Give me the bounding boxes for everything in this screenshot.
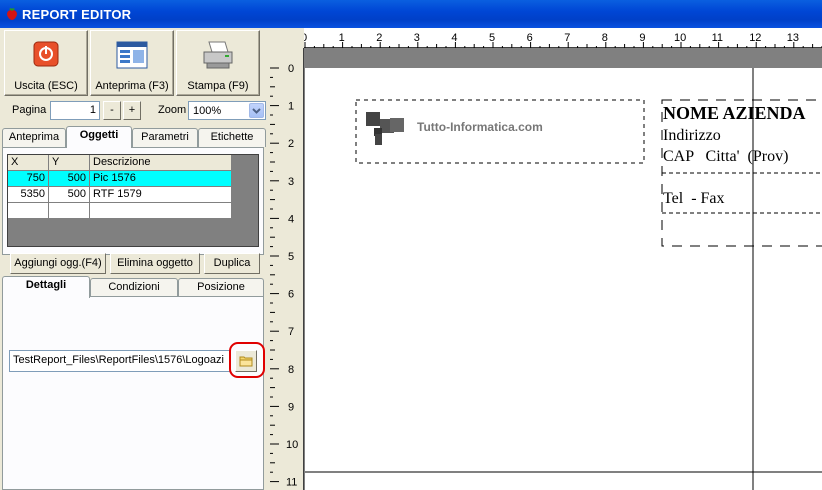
- tab-condizioni[interactable]: Condizioni: [90, 278, 178, 297]
- ruler-tick-label: 6: [288, 289, 294, 301]
- report-layout: Tutto-Informatica.com NOME AZIENDA Indir…: [305, 68, 822, 490]
- strawberry-icon: [7, 8, 17, 20]
- tab-oggetti[interactable]: Oggetti: [66, 126, 132, 148]
- window-title: REPORT EDITOR: [22, 7, 132, 22]
- company-address: Indirizzo: [663, 127, 721, 144]
- ruler-tick-label: 4: [288, 213, 294, 225]
- ruler-tick-label: 9: [288, 401, 294, 413]
- zoom-select[interactable]: 100%: [188, 101, 266, 120]
- page-label: Pagina: [12, 104, 47, 116]
- ruler-tick-label: 1: [339, 32, 345, 44]
- duplicate-button[interactable]: Duplica: [204, 253, 260, 274]
- tab-dettagli[interactable]: Dettagli: [2, 276, 90, 298]
- ruler-tick-label: 10: [674, 32, 686, 44]
- exit-label: Uscita (ESC): [14, 80, 78, 92]
- ruler-tick-label: 2: [288, 138, 294, 150]
- bottom-tab-strip: Dettagli Condizioni Posizione: [0, 276, 266, 298]
- preview-window-icon: [116, 41, 148, 69]
- ruler-tick-label: 7: [288, 326, 294, 338]
- highlight-circle: [229, 342, 265, 378]
- tab-posizione[interactable]: Posizione: [178, 278, 264, 297]
- table-row-new-x[interactable]: [8, 203, 49, 219]
- horizontal-ruler: 0 1 2 3 4 5 6 7 8 9 10 11 12 13: [270, 28, 822, 48]
- column-header-x[interactable]: X: [8, 155, 49, 171]
- add-object-button[interactable]: Aggiungi ogg.(F4): [10, 253, 106, 274]
- ruler-tick-label: 3: [288, 176, 294, 188]
- company-city: CAP Citta' (Prov): [663, 148, 788, 165]
- ruler-corner: [270, 28, 304, 48]
- logo-text: Tutto-Informatica.com: [417, 120, 543, 134]
- table-row-cell-y[interactable]: 500: [49, 171, 90, 187]
- ruler-tick-label: 2: [376, 32, 382, 44]
- company-phone: Tel - Fax: [663, 190, 725, 207]
- vertical-ruler: 0 1 2 3 4 5 6 7 8 9 10 11: [270, 48, 304, 490]
- details-panel: TestReport_Files\ReportFiles\1576\Logoaz…: [2, 296, 265, 490]
- table-row-cell-x[interactable]: 750: [8, 171, 49, 187]
- ruler-tick-label: 11: [286, 477, 297, 489]
- table-row-new-desc[interactable]: [90, 203, 232, 219]
- ruler-tick-label: 0: [288, 63, 294, 75]
- ruler-tick-label: 8: [288, 364, 294, 376]
- ruler-tick-label: 7: [564, 32, 570, 44]
- horizontal-ruler-scale: 0 1 2 3 4 5 6 7 8 9 10 11 12 13: [301, 32, 822, 48]
- tab-parametri[interactable]: Parametri: [132, 128, 198, 147]
- ruler-tick-label: 4: [451, 32, 457, 44]
- zoom-value: 100%: [193, 105, 222, 117]
- table-row-cell-x[interactable]: 5350: [8, 187, 49, 203]
- paging-row: Pagina 1 - + Zoom 100%: [0, 100, 270, 122]
- delete-object-button[interactable]: Elimina oggetto: [110, 253, 200, 274]
- ruler-tick-label: 6: [527, 32, 533, 44]
- ruler-tick-label: 10: [286, 439, 298, 451]
- print-button[interactable]: Stampa (F9): [176, 30, 260, 96]
- ruler-tick-label: 12: [749, 32, 761, 44]
- print-label: Stampa (F9): [187, 80, 249, 92]
- company-name: NOME AZIENDA: [663, 103, 806, 123]
- report-canvas-area: 0 1 2 3 4 5 6 7 8 9 10 11 12 13 0 1 2 3 4 5 6 7 8 9 10 11 Tutto-…: [270, 28, 822, 490]
- table-row-cell-desc[interactable]: RTF 1579: [90, 187, 232, 203]
- ruler-tick-label: 11: [712, 32, 723, 44]
- power-icon: [33, 41, 59, 67]
- zoom-label: Zoom: [158, 104, 187, 116]
- ruler-tick-label: 9: [639, 32, 645, 44]
- exit-button[interactable]: Uscita (ESC): [4, 30, 88, 96]
- preview-label: Anteprima (F3): [95, 80, 169, 92]
- objects-panel: X Y Descrizione 750 500 Pic 1576 5350 50…: [2, 147, 264, 255]
- page-number-input[interactable]: 1: [50, 101, 100, 120]
- ruler-tick-label: 5: [489, 32, 495, 44]
- top-tab-strip: Anteprima Oggetti Parametri Etichette: [0, 126, 266, 148]
- dropdown-button[interactable]: [249, 103, 264, 118]
- tab-etichette[interactable]: Etichette: [198, 128, 266, 147]
- preview-button[interactable]: Anteprima (F3): [90, 30, 174, 96]
- ruler-tick-label: 3: [414, 32, 420, 44]
- printer-icon: [203, 41, 233, 69]
- ruler-tick-label: 8: [602, 32, 608, 44]
- file-path-field[interactable]: TestReport_Files\ReportFiles\1576\Logoaz…: [9, 350, 231, 372]
- chevron-down-icon: [252, 108, 261, 114]
- objects-grid[interactable]: X Y Descrizione 750 500 Pic 1576 5350 50…: [7, 154, 259, 247]
- column-header-descrizione[interactable]: Descrizione: [90, 155, 232, 171]
- page-plus-button[interactable]: +: [123, 101, 141, 120]
- title-bar: REPORT EDITOR: [0, 0, 822, 28]
- tab-anteprima[interactable]: Anteprima: [2, 128, 66, 147]
- logo-icon: [366, 112, 404, 145]
- table-row-cell-desc[interactable]: Pic 1576: [90, 171, 232, 187]
- page-minus-button[interactable]: -: [103, 101, 121, 120]
- left-panel: Uscita (ESC) Anteprima (F3) Stampa (F9) …: [0, 28, 270, 490]
- report-page[interactable]: Tutto-Informatica.com NOME AZIENDA Indir…: [305, 68, 822, 490]
- ruler-tick-label: 1: [288, 101, 294, 113]
- table-row-cell-y[interactable]: 500: [49, 187, 90, 203]
- vertical-ruler-scale: 0 1 2 3 4 5 6 7 8 9 10 11: [270, 63, 298, 489]
- table-row-new-y[interactable]: [49, 203, 90, 219]
- ruler-tick-label: 5: [288, 251, 294, 263]
- column-header-y[interactable]: Y: [49, 155, 90, 171]
- ruler-tick-label: 13: [787, 32, 799, 44]
